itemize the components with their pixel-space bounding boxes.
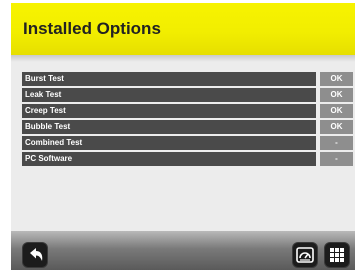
grid-menu-icon [330, 248, 344, 262]
option-name: PC Software [22, 152, 316, 166]
option-row-leak-test: Leak Test OK [22, 88, 353, 102]
option-name: Bubble Test [22, 120, 316, 134]
installed-options-screen: Installed Options Burst Test OK Leak Tes… [11, 3, 355, 270]
back-arrow-icon [30, 248, 43, 261]
option-row-burst-test: Burst Test OK [22, 72, 353, 86]
options-list: Burst Test OK Leak Test OK Creep Test OK… [22, 72, 353, 168]
gauge-icon [296, 247, 314, 263]
option-status: OK [320, 72, 353, 86]
option-name: Leak Test [22, 88, 316, 102]
back-button[interactable] [23, 243, 47, 267]
header-shadow [11, 55, 355, 62]
option-status: OK [320, 88, 353, 102]
page-title: Installed Options [23, 19, 161, 38]
option-name: Creep Test [22, 104, 316, 118]
option-status: OK [320, 120, 353, 134]
header-bar: Installed Options [11, 3, 355, 55]
footer-bar [11, 231, 355, 270]
option-row-bubble-test: Bubble Test OK [22, 120, 353, 134]
option-name: Burst Test [22, 72, 316, 86]
option-row-creep-test: Creep Test OK [22, 104, 353, 118]
gauge-button[interactable] [293, 243, 317, 267]
option-status: - [320, 136, 353, 150]
option-status: - [320, 152, 353, 166]
grid-menu-button[interactable] [325, 243, 349, 267]
option-row-pc-software: PC Software - [22, 152, 353, 166]
option-status: OK [320, 104, 353, 118]
option-row-combined-test: Combined Test - [22, 136, 353, 150]
option-name: Combined Test [22, 136, 316, 150]
